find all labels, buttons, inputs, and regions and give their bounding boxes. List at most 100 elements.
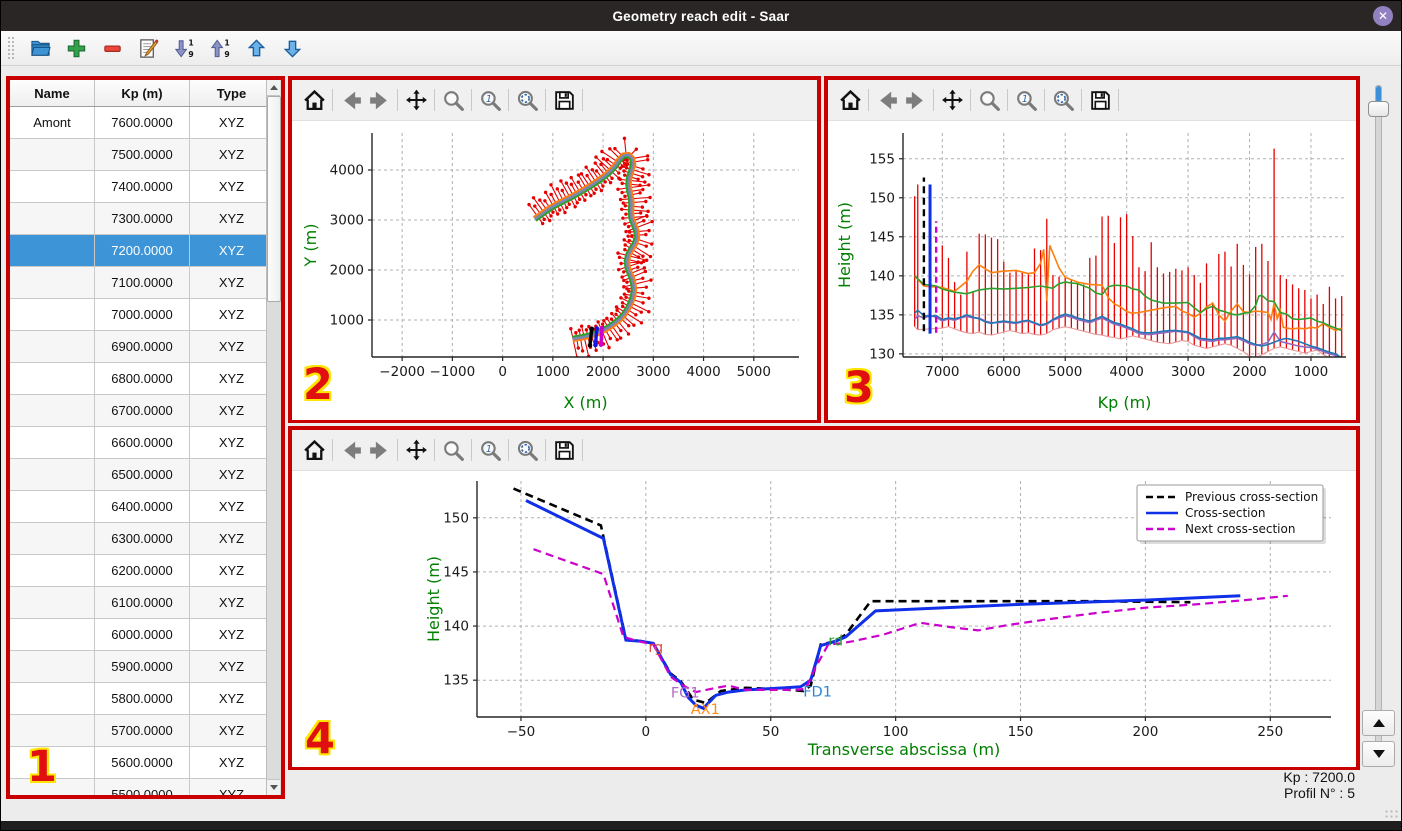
back-button[interactable] bbox=[873, 86, 901, 114]
table-row[interactable]: 7200.0000 XYZ bbox=[10, 234, 267, 267]
toolbar-grip[interactable] bbox=[7, 36, 14, 60]
move-up-button[interactable] bbox=[244, 36, 268, 60]
pan-button[interactable] bbox=[938, 86, 966, 114]
svg-text:155: 155 bbox=[869, 151, 895, 167]
toolbar-separator bbox=[1118, 89, 1119, 111]
home-button[interactable] bbox=[836, 86, 864, 114]
zoom-button[interactable] bbox=[439, 436, 467, 464]
table-row[interactable]: 7300.0000 XYZ bbox=[10, 202, 267, 235]
sort-ascending-button[interactable]: 19 bbox=[208, 36, 232, 60]
profile-slider-handle[interactable] bbox=[1368, 101, 1389, 117]
remove-profile-button[interactable] bbox=[100, 36, 124, 60]
svg-text:135: 135 bbox=[443, 673, 469, 689]
cross-section-plot[interactable]: rg FG1AX1 FD1 rd −50 0 50 100 150 200 250 135 140 145… bbox=[292, 471, 1356, 767]
table-row[interactable]: 5500.0000 XYZ bbox=[10, 778, 267, 795]
table-row[interactable]: 7000.0000 XYZ bbox=[10, 298, 267, 331]
table-row[interactable]: 6000.0000 XYZ bbox=[10, 618, 267, 651]
up-triangle-icon bbox=[1372, 719, 1385, 727]
table-row[interactable]: 6600.0000 XYZ bbox=[10, 426, 267, 459]
svg-text:135: 135 bbox=[869, 307, 895, 323]
zoom-fit-button[interactable] bbox=[513, 86, 541, 114]
table-row[interactable]: 6400.0000 XYZ bbox=[10, 490, 267, 523]
previous-profile-button[interactable] bbox=[1362, 710, 1395, 736]
next-profile-button[interactable] bbox=[1362, 741, 1395, 767]
save-button[interactable] bbox=[1086, 86, 1114, 114]
svg-text:Cross-section: Cross-section bbox=[1185, 506, 1265, 520]
scroll-down-icon[interactable] bbox=[267, 779, 280, 795]
resize-grip[interactable] bbox=[1384, 809, 1398, 819]
table-row[interactable]: Amont 7600.0000 XYZ bbox=[10, 106, 267, 139]
zoom-button[interactable] bbox=[439, 86, 467, 114]
forward-button[interactable] bbox=[901, 86, 929, 114]
table-row[interactable]: 6700.0000 XYZ bbox=[10, 394, 267, 427]
geometry-reach-edit-window: Geometry reach edit - Saar ✕ 1919 Name Kp… bbox=[0, 0, 1402, 831]
table-row[interactable]: 6100.0000 XYZ bbox=[10, 586, 267, 619]
svg-text:1: 1 bbox=[188, 38, 193, 47]
table-row[interactable]: 7100.0000 XYZ bbox=[10, 266, 267, 299]
save-button[interactable] bbox=[550, 86, 578, 114]
pan-button[interactable] bbox=[402, 436, 430, 464]
scrollbar-thumb[interactable] bbox=[267, 96, 281, 302]
svg-text:4000: 4000 bbox=[686, 364, 720, 380]
zoom-region-button[interactable]: 1 bbox=[1012, 86, 1040, 114]
svg-text:Transverse abscissa (m): Transverse abscissa (m) bbox=[807, 740, 1001, 759]
table-row[interactable]: 7500.0000 XYZ bbox=[10, 138, 267, 171]
zoom-fit-button[interactable] bbox=[1049, 86, 1077, 114]
home-button[interactable] bbox=[300, 436, 328, 464]
svg-text:6000: 6000 bbox=[987, 364, 1021, 380]
move-down-button[interactable] bbox=[280, 36, 304, 60]
toolbar-separator bbox=[545, 439, 546, 461]
home-button[interactable] bbox=[300, 86, 328, 114]
svg-text:1000: 1000 bbox=[1294, 364, 1328, 380]
zoom-region-button[interactable]: 1 bbox=[476, 436, 504, 464]
table-scrollbar[interactable] bbox=[266, 80, 281, 795]
down-triangle-icon bbox=[1372, 750, 1385, 758]
sort-descending-button[interactable]: 19 bbox=[172, 36, 196, 60]
toolbar-separator bbox=[933, 89, 934, 111]
close-icon[interactable]: ✕ bbox=[1373, 6, 1393, 26]
svg-text:145: 145 bbox=[869, 229, 895, 245]
long-profile-toolbar: 1 bbox=[828, 80, 1356, 121]
toolbar-separator bbox=[434, 439, 435, 461]
svg-text:5000: 5000 bbox=[737, 364, 771, 380]
column-header-name[interactable]: Name bbox=[10, 80, 95, 107]
toolbar-separator bbox=[332, 439, 333, 461]
main-toolbar: 1919 bbox=[1, 31, 1401, 66]
long-profile-plot[interactable]: 7000 6000 5000 4000 3000 2000 1000 130 135 140 145… bbox=[828, 121, 1356, 420]
toolbar-separator bbox=[508, 439, 509, 461]
svg-text:Height (m): Height (m) bbox=[424, 556, 443, 642]
toolbar-separator bbox=[397, 89, 398, 111]
svg-text:Y (m): Y (m) bbox=[301, 224, 320, 268]
back-button[interactable] bbox=[337, 436, 365, 464]
back-button[interactable] bbox=[337, 86, 365, 114]
edit-profile-button[interactable] bbox=[136, 36, 160, 60]
table-row[interactable]: 5800.0000 XYZ bbox=[10, 682, 267, 715]
table-row[interactable]: 7400.0000 XYZ bbox=[10, 170, 267, 203]
forward-button[interactable] bbox=[365, 436, 393, 464]
toolbar-separator bbox=[434, 89, 435, 111]
profile-slider[interactable] bbox=[1375, 85, 1382, 755]
table-row[interactable]: 6300.0000 XYZ bbox=[10, 522, 267, 555]
table-row[interactable]: 5900.0000 XYZ bbox=[10, 650, 267, 683]
open-file-button[interactable] bbox=[28, 36, 52, 60]
svg-text:Kp (m): Kp (m) bbox=[1098, 393, 1152, 412]
table-row[interactable]: 6200.0000 XYZ bbox=[10, 554, 267, 587]
table-row[interactable]: 6500.0000 XYZ bbox=[10, 458, 267, 491]
table-row[interactable]: 5600.0000 XYZ bbox=[10, 746, 267, 779]
zoom-region-button[interactable]: 1 bbox=[476, 86, 504, 114]
table-row[interactable]: 5700.0000 XYZ bbox=[10, 714, 267, 747]
save-button[interactable] bbox=[550, 436, 578, 464]
svg-text:140: 140 bbox=[443, 619, 469, 635]
zoom-button[interactable] bbox=[975, 86, 1003, 114]
pan-button[interactable] bbox=[402, 86, 430, 114]
column-header-type[interactable]: Type bbox=[189, 80, 267, 107]
table-row[interactable]: 6800.0000 XYZ bbox=[10, 362, 267, 395]
zoom-fit-button[interactable] bbox=[513, 436, 541, 464]
plan-view-plot[interactable]: −2000 −1000 0 1000 2000 3000 4000 5000 1000 2000 3… bbox=[292, 121, 817, 420]
plan-view-panel: 1 −2000 −1000 0 1000 2000 3000 4000 5000 1000 200… bbox=[288, 76, 821, 423]
forward-button[interactable] bbox=[365, 86, 393, 114]
scroll-up-icon[interactable] bbox=[267, 80, 280, 96]
add-profile-button[interactable] bbox=[64, 36, 88, 60]
column-header-kp-m[interactable]: Kp (m) bbox=[94, 80, 190, 107]
table-row[interactable]: 6900.0000 XYZ bbox=[10, 330, 267, 363]
